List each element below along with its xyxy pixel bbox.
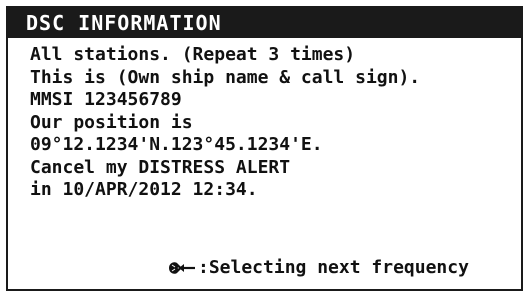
dialog-title: DSC INFORMATION <box>8 8 521 38</box>
enter-knob-icon <box>166 258 196 278</box>
next-frequency-hint: :Selecting next frequency <box>166 256 469 280</box>
message-line-5: 09°12.1234'N.123°45.1234'E. <box>30 134 323 155</box>
message-line-2: This is (Own ship name & call sign). <box>30 66 421 88</box>
message-line-4: Our position is <box>30 111 193 133</box>
message-line-7: in 10/APR/2012 12:34. <box>30 179 258 200</box>
dsc-information-dialog: DSC INFORMATION All stations. (Repeat 3 … <box>6 6 523 291</box>
message-line-3: MMSI 123456789 <box>30 89 182 110</box>
message-line-1: All stations. (Repeat 3 times) <box>30 44 356 65</box>
hint-label: :Selecting next frequency <box>198 257 469 278</box>
message-line-6: Cancel my DISTRESS ALERT <box>30 156 291 178</box>
dsc-message-text: All stations. (Repeat 3 times) This is (… <box>30 44 513 202</box>
